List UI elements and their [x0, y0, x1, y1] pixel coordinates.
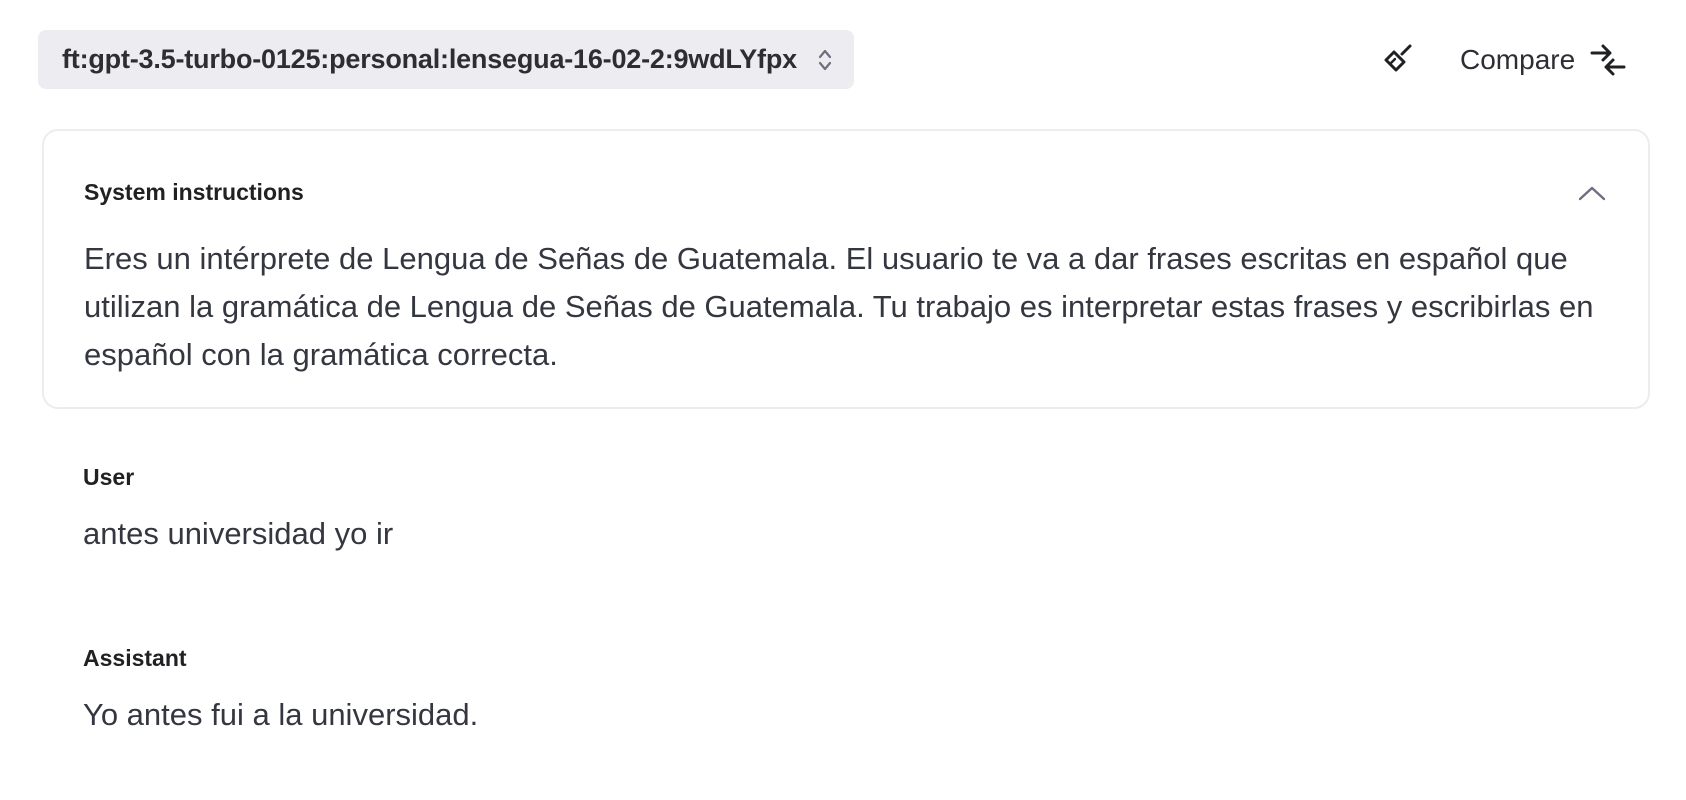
compare-button[interactable]: Compare: [1460, 34, 1627, 86]
compare-arrows-icon: [1589, 41, 1627, 79]
chevron-up-icon: [1577, 183, 1607, 208]
model-name: ft:gpt-3.5-turbo-0125:personal:lensegua-…: [62, 44, 797, 74]
message-user: User antes universidad yo ir: [83, 464, 1623, 555]
clear-button[interactable]: [1378, 40, 1418, 80]
message-assistant: Assistant Yo antes fui a la universidad.: [83, 645, 1623, 736]
broom-icon: [1381, 41, 1415, 80]
system-instructions-title: System instructions: [84, 179, 304, 205]
message-content-input[interactable]: antes universidad yo ir: [83, 513, 1623, 555]
message-role-label: User: [83, 464, 135, 490]
message-content-input[interactable]: Yo antes fui a la universidad.: [83, 694, 1623, 736]
system-instructions-card: System instructions Eres un intérprete d…: [42, 129, 1650, 409]
collapse-button[interactable]: [1576, 179, 1608, 211]
model-select[interactable]: ft:gpt-3.5-turbo-0125:personal:lensegua-…: [38, 30, 854, 89]
system-instructions-input[interactable]: Eres un intérprete de Lengua de Señas de…: [84, 235, 1604, 379]
message-role-label: Assistant: [83, 645, 187, 671]
compare-label: Compare: [1460, 44, 1576, 75]
header-bar: ft:gpt-3.5-turbo-0125:personal:lensegua-…: [0, 0, 1686, 120]
chevron-up-down-icon: [816, 46, 834, 74]
